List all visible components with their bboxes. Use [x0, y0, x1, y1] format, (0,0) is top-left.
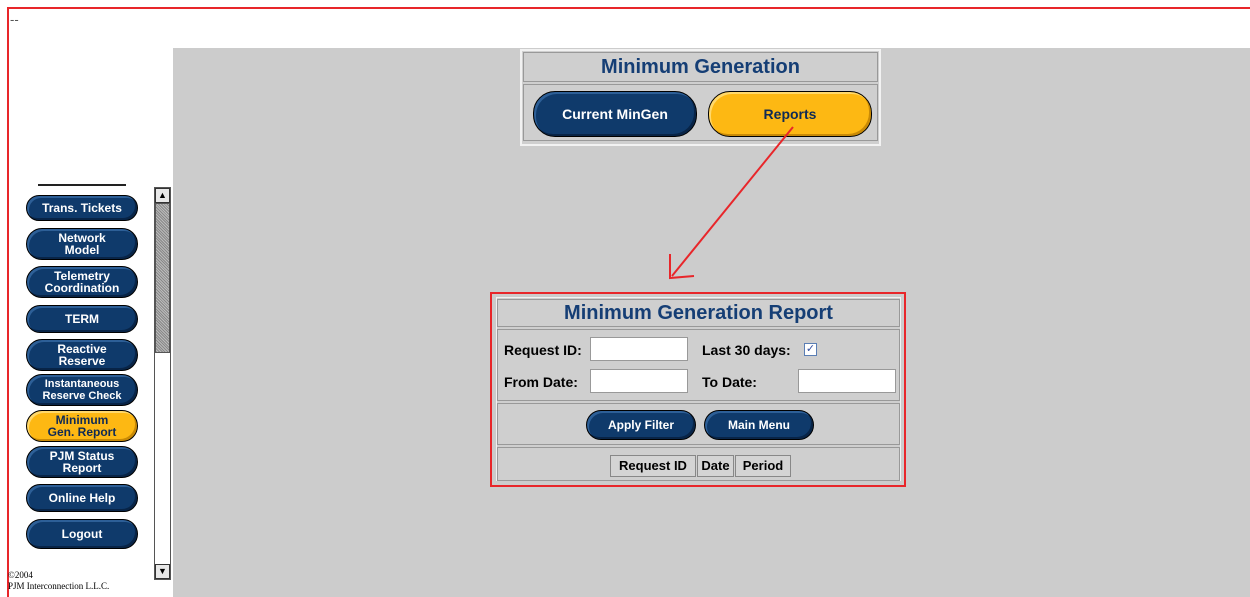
filter-fields-row: Request ID: Last 30 days: ✓ From Date: T… — [497, 329, 900, 401]
column-header-request-id: Request ID — [610, 455, 696, 477]
last-30-days-label: Last 30 days: — [702, 342, 791, 358]
from-date-label: From Date: — [504, 374, 578, 390]
from-date-input[interactable] — [590, 369, 688, 393]
actions-row: Apply Filter Main Menu — [497, 403, 900, 445]
request-id-input[interactable] — [590, 337, 688, 361]
request-id-label: Request ID: — [504, 342, 582, 358]
to-date-input[interactable] — [798, 369, 896, 393]
apply-filter-button[interactable]: Apply Filter — [586, 410, 696, 440]
column-header-period: Period — [735, 455, 791, 477]
report-title-row: Minimum Generation Report — [497, 299, 900, 327]
to-date-label: To Date: — [702, 374, 757, 390]
last-30-days-checkbox[interactable]: ✓ — [804, 343, 817, 356]
main-menu-button[interactable]: Main Menu — [704, 410, 814, 440]
column-header-date: Date — [697, 455, 734, 477]
minimum-generation-report-panel: Minimum Generation Report Request ID: La… — [496, 297, 901, 481]
report-title: Minimum Generation Report — [564, 302, 833, 324]
results-table-row: Request ID Date Period — [497, 447, 900, 481]
